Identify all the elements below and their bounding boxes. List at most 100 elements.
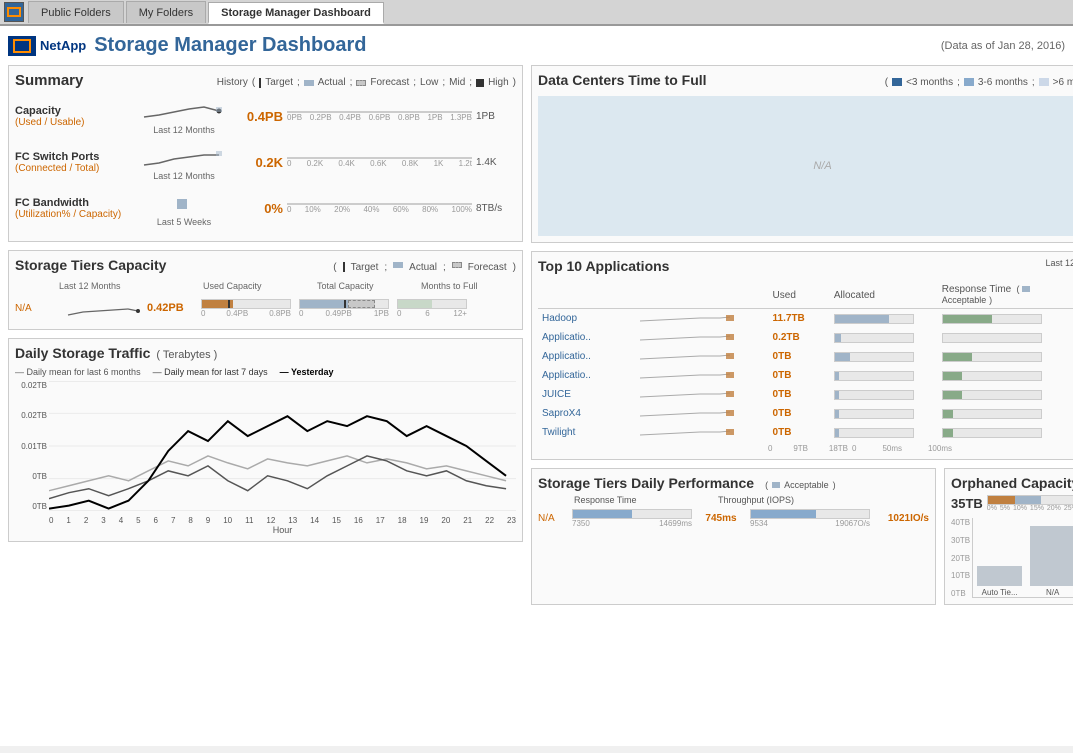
capacity-label: Capacity (Used / Usable) xyxy=(15,105,135,128)
perf-iops-bar-bg xyxy=(750,509,870,519)
traffic-y-0: 0.02TB xyxy=(15,381,47,390)
orphan-y-2: 20TB xyxy=(951,554,970,563)
app-history-2 xyxy=(636,347,768,366)
app-name-3[interactable]: Applicatio.. xyxy=(538,366,636,385)
tier-label-na: N/A xyxy=(15,303,59,314)
orphan-bar-1 xyxy=(1030,526,1073,586)
tier-months-wrap: 0612+ xyxy=(397,299,467,318)
summary-section: Summary History ( Target ; Actual ; Fore… xyxy=(8,65,523,242)
app-alloc-0 xyxy=(830,309,938,329)
app-row-3: Applicatio.. 0TB 2ms xyxy=(538,366,1073,385)
orphan-chart: Auto Tie... N/A xyxy=(972,518,1073,598)
tiers-legend-actual: Actual xyxy=(409,262,437,273)
app-row-1: Applicatio.. 0.2TB 0ms xyxy=(538,328,1073,347)
perf-rt-value: 745ms xyxy=(696,513,746,524)
fcswitch-label: FC Switch Ports (Connected / Total) xyxy=(15,151,135,174)
app-row-5: SaproX4 0TB 1ms xyxy=(538,404,1073,423)
traffic-y-1: 0.02TB xyxy=(15,411,47,420)
perf-header: Storage Tiers Daily Performance ( Accept… xyxy=(538,475,929,491)
perf-iops-scale-0: 9534 xyxy=(750,519,768,528)
fcswitch-sparkline xyxy=(139,143,229,171)
capacity-name: Capacity xyxy=(15,105,135,117)
fcbw-row: FC Bandwidth (Utilization% / Capacity) L… xyxy=(15,189,516,227)
tab-storage-manager[interactable]: Storage Manager Dashboard xyxy=(208,2,384,24)
fcbw-max: 8TB/s xyxy=(476,203,516,214)
right-column: Data Centers Time to Full ( <3 months ; … xyxy=(531,65,1073,605)
apps-col-used-label: Used xyxy=(769,282,830,309)
apps-rt-header: Response Time xyxy=(942,284,1011,295)
traffic-legend-2: Daily mean for last 7 days xyxy=(164,367,268,377)
main-content: NetApp Storage Manager Dashboard (Data a… xyxy=(0,26,1073,746)
traffic-y-4: 0TB xyxy=(15,502,47,511)
app-rt-2 xyxy=(938,347,1070,366)
perf-iops-value: 1021IO/s xyxy=(874,513,929,524)
apps-section: Top 10 Applications Last 12 Months Used … xyxy=(531,251,1073,460)
orphan-section: Orphaned Capacity 35TB 0%5%10%15%20%25% xyxy=(944,468,1073,605)
capacity-sparkline-wrap: Last 12 Months xyxy=(139,97,229,135)
dc-section: Data Centers Time to Full ( <3 months ; … xyxy=(531,65,1073,243)
orphan-col-1: N/A xyxy=(1030,526,1073,597)
orphan-bar-label-1: N/A xyxy=(1046,588,1059,597)
fcbw-bar xyxy=(287,203,472,205)
perf-na-label: N/A xyxy=(538,513,568,524)
app-row-6: Twilight 0TB 1ms xyxy=(538,423,1073,442)
perf-row-na: N/A 7350 14699ms 745ms xyxy=(538,509,929,528)
tier-row-na: N/A 0.42PB 00.4PB0.8PB xyxy=(15,297,516,319)
fcbw-bar-area: 0 10% 20% 40% 60% 80% 100% xyxy=(287,203,472,214)
apps-rt-legend: Acceptable xyxy=(942,295,987,305)
app-icon xyxy=(4,2,24,22)
app-name-5[interactable]: SaproX4 xyxy=(538,404,636,423)
fcbw-value: 0% xyxy=(233,201,283,216)
dc-chart: N/A xyxy=(538,96,1073,236)
capacity-scale: 0PB 0.2PB 0.4PB 0.6PB 0.8PB 1PB 1.3PB xyxy=(287,113,472,122)
perf-rt-bar-bg xyxy=(572,509,692,519)
app-row-4: JUICE 0TB 2ms xyxy=(538,385,1073,404)
fcswitch-scale: 0 0.2K 0.4K 0.6K 0.8K 1K 1.2t xyxy=(287,159,472,168)
tier-total-scale: 00.49PB1PB xyxy=(299,309,389,318)
capacity-sub: (Used / Usable) xyxy=(15,117,135,128)
perf-rt-bar-fill xyxy=(573,510,632,518)
app-name-1[interactable]: Applicatio.. xyxy=(538,328,636,347)
fcbw-sparkline xyxy=(139,189,229,217)
dc-legend-36: 3-6 months xyxy=(978,77,1028,88)
app-name-2[interactable]: Applicatio.. xyxy=(538,347,636,366)
content-columns: Summary History ( Target ; Actual ; Fore… xyxy=(8,65,1065,605)
tab-public-folders[interactable]: Public Folders xyxy=(28,1,124,23)
apps-col-name xyxy=(538,282,636,309)
capacity-bar-area: 0PB 0.2PB 0.4PB 0.6PB 0.8PB 1PB 1.3PB xyxy=(287,111,472,122)
netapp-logo: NetApp xyxy=(8,36,86,56)
app-name-6[interactable]: Twilight xyxy=(538,423,636,442)
traffic-y-2: 0.01TB xyxy=(15,442,47,451)
summary-title: Summary xyxy=(15,72,83,89)
orphan-title: Orphaned Capacity xyxy=(951,475,1073,491)
apps-col-rt-label: Response Time ( Acceptable ) xyxy=(938,282,1070,309)
apps-title: Top 10 Applications xyxy=(538,258,669,274)
traffic-chart-container: 0.02TB 0.02TB 0.01TB 0TB 0TB xyxy=(15,381,516,535)
orphan-y-4: 0TB xyxy=(951,589,970,598)
fcswitch-bar xyxy=(287,157,472,159)
app-alloc-6 xyxy=(830,423,938,442)
apps-header: Top 10 Applications Last 12 Months xyxy=(538,258,1073,278)
traffic-header: Daily Storage Traffic ( Terabytes ) xyxy=(15,345,516,365)
fcswitch-row: FC Switch Ports (Connected / Total) Last… xyxy=(15,143,516,181)
app-used-0: 11.7TB xyxy=(769,309,830,329)
app-alloc-3 xyxy=(830,366,938,385)
orphan-bar-orange xyxy=(988,496,1015,504)
tiers-legend-target: Target xyxy=(351,262,379,273)
tab-my-folders[interactable]: My Folders xyxy=(126,1,206,23)
traffic-svg xyxy=(49,381,516,511)
app-name-0[interactable]: Hadoop xyxy=(538,309,636,329)
page-title: Storage Manager Dashboard xyxy=(94,34,366,57)
app-history-6 xyxy=(636,423,768,442)
capacity-sparkline xyxy=(139,97,229,125)
fcswitch-max: 1.4K xyxy=(476,157,516,168)
page-header: NetApp Storage Manager Dashboard (Data a… xyxy=(8,34,1065,57)
tier-used-bar xyxy=(201,299,291,309)
tier-total-bar xyxy=(299,299,389,309)
capacity-bar xyxy=(287,111,472,113)
dc-legend-lt3: <3 months xyxy=(906,77,953,88)
app-row-2: Applicatio.. 0TB 3ms xyxy=(538,347,1073,366)
app-name-4[interactable]: JUICE xyxy=(538,385,636,404)
traffic-unit: ( Terabytes ) xyxy=(156,349,217,361)
app-used-2: 0TB xyxy=(769,347,830,366)
